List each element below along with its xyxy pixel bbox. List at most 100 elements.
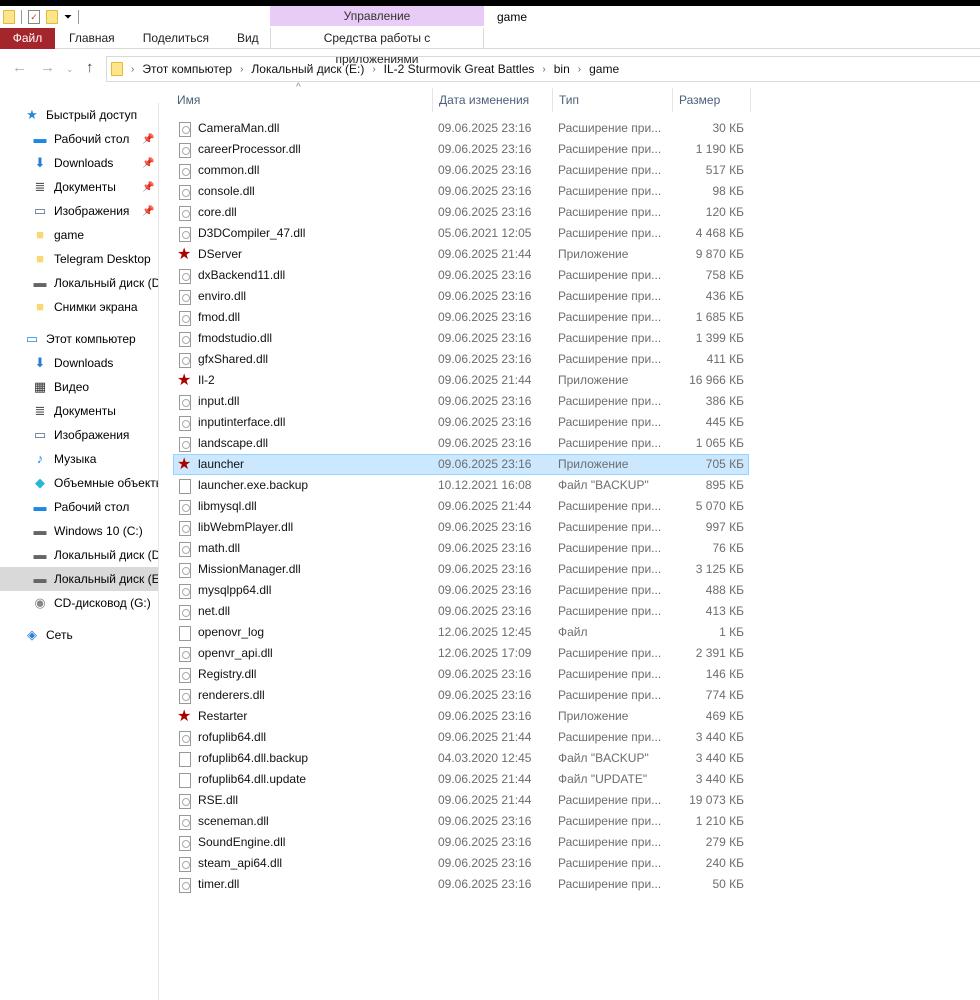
file-row[interactable]: ★ launcher 09.06.2025 23:16 Приложение 705 К… (173, 454, 749, 475)
chevron-right-icon[interactable]: › (578, 64, 581, 75)
file-row[interactable]: inputinterface.dll 09.06.2025 23:16 Расшир… (173, 412, 749, 433)
chevron-right-icon[interactable]: › (372, 64, 375, 75)
file-row[interactable]: careerProcessor.dll 09.06.2025 23:16 Расши… (173, 139, 749, 160)
chevron-right-icon[interactable]: › (240, 64, 243, 75)
up-arrow-icon[interactable]: ↑ (86, 59, 94, 76)
sidebar-item[interactable]: ▦ Видео (0, 375, 158, 399)
file-row[interactable]: mysqlpp64.dll 09.06.2025 23:16 Расширение … (173, 580, 749, 601)
file-row[interactable]: MissionManager.dll 09.06.2025 23:16 Расшир… (173, 559, 749, 580)
file-row[interactable]: enviro.dll 09.06.2025 23:16 Расширение при… (173, 286, 749, 307)
sidebar-item[interactable]: ▭ Изображения 📌 (0, 199, 158, 223)
sidebar-item[interactable]: ⬇ Downloads (0, 351, 158, 375)
sidebar-item[interactable]: ■ Telegram Desktop (0, 247, 158, 271)
file-size: 469 КБ (705, 709, 744, 723)
sidebar-item[interactable]: ■ game (0, 223, 158, 247)
sidebar-item[interactable]: ♪ Музыка (0, 447, 158, 471)
file-name: CameraMan.dll (198, 121, 280, 135)
sidebar-item[interactable]: ★ Быстрый доступ (0, 103, 158, 127)
file-row[interactable]: dxBackend11.dll 09.06.2025 23:16 Расширени… (173, 265, 749, 286)
sidebar-item[interactable]: ◈ Сеть (0, 623, 158, 647)
file-row[interactable]: ★ DServer 09.06.2025 21:44 Приложение 9 870 … (173, 244, 749, 265)
window-title: game (497, 10, 528, 24)
address-bar[interactable]: › Этот компьютер › Локальный диск (E:) ›… (106, 56, 980, 82)
breadcrumb-this-pc[interactable]: Этот компьютер (142, 62, 232, 76)
sidebar-item[interactable]: ▭ Изображения (0, 423, 158, 447)
sidebar-item-label: Объемные объекты (54, 476, 159, 490)
folder-icon: ■ (36, 299, 44, 314)
file-row[interactable]: renderers.dll 09.06.2025 23:16 Расширение … (173, 685, 749, 706)
file-row[interactable]: Registry.dll 09.06.2025 23:16 Расширение п… (173, 664, 749, 685)
file-date: 09.06.2025 23:16 (438, 835, 532, 849)
recent-chevron-down-icon[interactable]: ⌄ (66, 64, 74, 75)
file-row[interactable]: landscape.dll 09.06.2025 23:16 Расширение … (173, 433, 749, 454)
sidebar-item[interactable]: ▬ Локальный диск (D (0, 543, 159, 567)
column-name[interactable]: Имя (171, 88, 433, 112)
file-row[interactable]: sceneman.dll 09.06.2025 23:16 Расширение п… (173, 811, 749, 832)
file-row[interactable]: libmysql.dll 09.06.2025 21:44 Расширение п… (173, 496, 749, 517)
file-name: steam_api64.dll (198, 856, 283, 870)
tab-view[interactable]: Вид (223, 28, 273, 49)
file-row[interactable]: D3DCompiler_47.dll 05.06.2021 12:05 Расшир… (173, 223, 749, 244)
folder-icon[interactable] (3, 10, 15, 24)
sidebar-item[interactable]: ▭ Этот компьютер (0, 327, 158, 351)
file-row[interactable]: openvr_api.dll 12.06.2025 17:09 Расширение… (173, 643, 749, 664)
tab-share[interactable]: Поделиться (129, 28, 223, 49)
pin-icon[interactable]: 📌 (142, 134, 154, 145)
file-row[interactable]: SoundEngine.dll 09.06.2025 23:16 Расширени… (173, 832, 749, 853)
file-row[interactable]: rofuplib64.dll 09.06.2025 21:44 Расширение… (173, 727, 749, 748)
column-type[interactable]: Тип (553, 88, 673, 112)
file-row[interactable]: openovr_log 12.06.2025 12:45 Файл 1 КБ (173, 622, 749, 643)
file-row[interactable]: common.dll 09.06.2025 23:16 Расширение при… (173, 160, 749, 181)
chevron-right-icon[interactable]: › (542, 64, 545, 75)
sidebar-item[interactable]: ▬ Рабочий стол 📌 (0, 127, 158, 151)
sidebar-item[interactable]: ≣ Документы (0, 399, 158, 423)
file-row[interactable]: console.dll 09.06.2025 23:16 Расширение пр… (173, 181, 749, 202)
sidebar-item[interactable]: ⬇ Downloads 📌 (0, 151, 158, 175)
properties-icon[interactable]: ✓ (28, 10, 40, 24)
back-arrow-icon[interactable]: ← (12, 59, 27, 76)
file-row[interactable]: net.dll 09.06.2025 23:16 Расширение при...… (173, 601, 749, 622)
file-row[interactable]: core.dll 09.06.2025 23:16 Расширение при..… (173, 202, 749, 223)
file-row[interactable]: steam_api64.dll 09.06.2025 23:16 Расширени… (173, 853, 749, 874)
file-row[interactable]: ★ Il-2 09.06.2025 21:44 Приложение 16 966 КБ (173, 370, 749, 391)
sidebar-item[interactable]: ▬ Рабочий стол (0, 495, 158, 519)
breadcrumb-drive-e[interactable]: Локальный диск (E:) (251, 62, 364, 76)
column-date[interactable]: Дата изменения (433, 88, 553, 112)
new-folder-icon[interactable] (46, 10, 58, 24)
breadcrumb-bin[interactable]: bin (554, 62, 570, 76)
file-row[interactable]: libWebmPlayer.dll 09.06.2025 23:16 Расшире… (173, 517, 749, 538)
sidebar-item[interactable]: ▬ Windows 10 (C:) (0, 519, 158, 543)
file-row[interactable]: RSE.dll 09.06.2025 21:44 Расширение при...… (173, 790, 749, 811)
file-row[interactable]: launcher.exe.backup 10.12.2021 16:08 Файл … (173, 475, 749, 496)
sidebar-item-label: Windows 10 (C:) (54, 524, 143, 538)
file-row[interactable]: rofuplib64.dll.backup 04.03.2020 12:45 Фай… (173, 748, 749, 769)
file-row[interactable]: math.dll 09.06.2025 23:16 Расширение при..… (173, 538, 749, 559)
file-row[interactable]: CameraMan.dll 09.06.2025 23:16 Расширение … (173, 118, 749, 139)
sidebar-item[interactable]: ■ Снимки экрана (0, 295, 158, 319)
tab-file[interactable]: Файл (0, 28, 55, 49)
file-row[interactable]: fmod.dll 09.06.2025 23:16 Расширение при..… (173, 307, 749, 328)
tab-home[interactable]: Главная (55, 28, 129, 49)
pin-icon[interactable]: 📌 (142, 182, 154, 193)
sidebar-item[interactable]: ≣ Документы 📌 (0, 175, 158, 199)
file-row[interactable]: fmodstudio.dll 09.06.2025 23:16 Расширение… (173, 328, 749, 349)
customize-toolbar-icon[interactable]: ⏷ (64, 12, 72, 23)
sidebar-item[interactable]: ▬ Локальный диск (D (0, 271, 159, 295)
breadcrumb-il2[interactable]: IL-2 Sturmovik Great Battles (384, 62, 535, 76)
file-row[interactable]: gfxShared.dll 09.06.2025 23:16 Расширение … (173, 349, 749, 370)
breadcrumb-game[interactable]: game (589, 62, 619, 76)
sidebar-item[interactable]: ◆ Объемные объекты (0, 471, 158, 495)
sidebar-item[interactable]: ◉ CD-дисковод (G:) (0, 591, 158, 615)
sidebar-item-label: Локальный диск (D (54, 276, 159, 290)
file-row[interactable]: input.dll 09.06.2025 23:16 Расширение при.… (173, 391, 749, 412)
file-row[interactable]: rofuplib64.dll.update 09.06.2025 21:44 Фай… (173, 769, 749, 790)
chevron-right-icon[interactable]: › (131, 64, 134, 75)
pin-icon[interactable]: 📌 (142, 206, 154, 217)
column-size[interactable]: Размер (673, 88, 751, 112)
pin-icon[interactable]: 📌 (142, 158, 154, 169)
file-row[interactable]: ★ Restarter 09.06.2025 23:16 Приложение 469 … (173, 706, 749, 727)
sidebar-item[interactable]: ▬ Локальный диск (E (0, 567, 158, 591)
file-row[interactable]: timer.dll 09.06.2025 23:16 Расширение при.… (173, 874, 749, 895)
tab-application-tools[interactable]: Средства работы с приложениями (270, 28, 484, 66)
forward-arrow-icon[interactable]: → (40, 59, 55, 76)
